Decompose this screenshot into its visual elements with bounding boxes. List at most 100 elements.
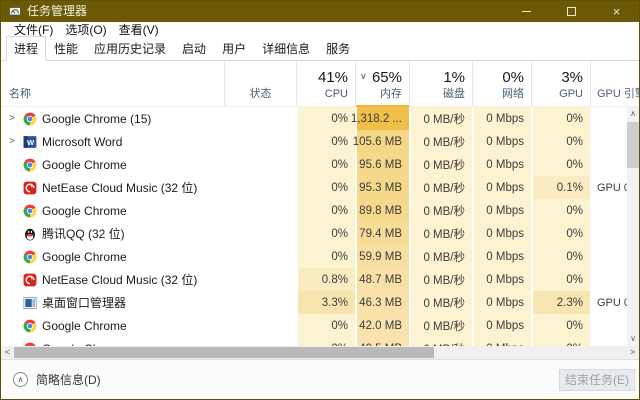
tab-进程[interactable]: 进程: [6, 36, 46, 61]
column-header-cpu[interactable]: 41%CPU: [297, 61, 356, 106]
net-cell: 0 Mbps: [473, 222, 532, 245]
gpu-cell: 0%: [532, 222, 591, 245]
name-cell[interactable]: NetEase Cloud Music (32 位): [1, 176, 225, 199]
chrome-icon: [23, 319, 37, 333]
expand-chevron-icon[interactable]: >: [1, 113, 23, 124]
net-cell: 0 Mbps: [473, 245, 532, 268]
column-header-disk[interactable]: 1%磁盘: [410, 61, 473, 106]
chrome-icon: [23, 250, 37, 264]
tab-bar: 进程性能应用历史记录启动用户详细信息服务: [1, 39, 639, 61]
cpu-cell: 0%: [297, 245, 356, 268]
disk-cell: 0 MB/秒: [410, 314, 473, 337]
name-cell[interactable]: > Google Chrome (15): [1, 107, 225, 130]
gpu-cell: 0%: [532, 314, 591, 337]
tab-应用历史记录[interactable]: 应用历史记录: [86, 36, 174, 61]
table-row[interactable]: NetEase Cloud Music (32 位)0%95.3 MB0 MB/…: [1, 176, 639, 199]
gpu-engine-cell: [591, 130, 627, 153]
process-name: NetEase Cloud Music (32 位): [42, 271, 197, 288]
process-name: Google Chrome (15): [42, 112, 151, 126]
end-task-button[interactable]: 结束任务(E): [559, 369, 635, 391]
gpu-cell: 2.3%: [532, 291, 591, 314]
scroll-up-icon[interactable]: ∧: [627, 107, 639, 121]
process-name: 桌面窗口管理器: [42, 294, 126, 311]
vertical-scrollbar[interactable]: ∧ ∨: [627, 107, 639, 346]
table-row[interactable]: NetEase Cloud Music (32 位)0.8%48.7 MB0 M…: [1, 268, 639, 291]
table-row[interactable]: Google Chrome0%40.5 MB0 MB/秒0 Mbps0%: [1, 337, 639, 346]
maximize-button[interactable]: [549, 1, 594, 22]
status-cell: [225, 199, 297, 222]
tab-用户[interactable]: 用户: [214, 36, 254, 61]
net-cell: 0 Mbps: [473, 176, 532, 199]
process-name: Google Chrome: [42, 158, 127, 172]
minimize-icon: [522, 11, 531, 12]
name-cell[interactable]: 腾讯QQ (32 位): [1, 222, 225, 245]
column-header-eng[interactable]: GPU 引擎: [591, 61, 627, 106]
mem-cell: 79.4 MB: [356, 222, 410, 245]
fewer-details-label[interactable]: 简略信息(D): [36, 371, 101, 388]
disk-cell: 0 MB/秒: [410, 130, 473, 153]
mem-cell: 48.7 MB: [356, 268, 410, 291]
tab-性能[interactable]: 性能: [46, 36, 86, 61]
sort-chevron-down-icon: ∨: [360, 71, 367, 82]
chevron-up-icon: ∧: [18, 375, 24, 384]
disk-cell: 0 MB/秒: [410, 153, 473, 176]
column-label: 网络: [473, 87, 531, 106]
horizontal-scrollbar[interactable]: < >: [1, 346, 639, 359]
table-row[interactable]: >Google Chrome (15)0%1,318.2 ...0 MB/秒0 …: [1, 107, 639, 130]
expand-chevron-icon[interactable]: >: [1, 136, 23, 147]
disk-cell: 0 MB/秒: [410, 199, 473, 222]
cpu-cell: 0%: [297, 314, 356, 337]
name-cell[interactable]: 桌面窗口管理器: [1, 291, 225, 314]
disk-cell: 0 MB/秒: [410, 107, 473, 130]
table-row[interactable]: 桌面窗口管理器3.3%46.3 MB0 MB/秒0 Mbps2.3%GPU 0: [1, 291, 639, 314]
column-label: 名称: [1, 87, 224, 106]
name-cell[interactable]: Google Chrome: [1, 153, 225, 176]
disk-cell: 0 MB/秒: [410, 291, 473, 314]
gpu-engine-cell: [591, 245, 627, 268]
gpu-cell: 0%: [532, 107, 591, 130]
maximize-icon: [567, 7, 576, 16]
column-header-gpu[interactable]: 3%GPU: [532, 61, 591, 106]
vertical-scrollbar-thumb[interactable]: [627, 122, 639, 168]
footer-bar: ∧ 简略信息(D) 结束任务(E): [1, 359, 639, 399]
net-cell: 0 Mbps: [473, 268, 532, 291]
close-icon: ×: [613, 5, 621, 18]
tab-服务[interactable]: 服务: [318, 36, 358, 61]
scroll-right-icon[interactable]: >: [626, 346, 639, 359]
gpu-cell: 0%: [532, 245, 591, 268]
scroll-left-icon[interactable]: <: [1, 346, 14, 359]
table-row[interactable]: >WMicrosoft Word0%105.6 MB0 MB/秒0 Mbps0%: [1, 130, 639, 153]
tab-详细信息[interactable]: 详细信息: [254, 36, 318, 61]
name-cell[interactable]: Google Chrome: [1, 337, 225, 346]
net-cell: 0 Mbps: [473, 130, 532, 153]
minimize-button[interactable]: [504, 1, 549, 22]
table-row[interactable]: Google Chrome0%59.9 MB0 MB/秒0 Mbps0%: [1, 245, 639, 268]
column-header-mem[interactable]: ∨65%内存: [356, 61, 410, 106]
gpu-engine-cell: [591, 199, 627, 222]
name-cell[interactable]: Google Chrome: [1, 245, 225, 268]
table-row[interactable]: Google Chrome0%89.8 MB0 MB/秒0 Mbps0%: [1, 199, 639, 222]
table-row[interactable]: 腾讯QQ (32 位)0%79.4 MB0 MB/秒0 Mbps0%: [1, 222, 639, 245]
column-header-net[interactable]: 0%网络: [473, 61, 532, 106]
column-header-status[interactable]: 状态: [225, 61, 297, 106]
disk-cell: 0 MB/秒: [410, 337, 473, 346]
status-cell: [225, 268, 297, 291]
name-cell[interactable]: Google Chrome: [1, 314, 225, 337]
tab-启动[interactable]: 启动: [174, 36, 214, 61]
scroll-down-icon[interactable]: ∨: [627, 332, 639, 346]
table-row[interactable]: Google Chrome0%95.6 MB0 MB/秒0 Mbps0%: [1, 153, 639, 176]
title-bar[interactable]: 任务管理器 ×: [1, 1, 639, 22]
name-cell[interactable]: Google Chrome: [1, 199, 225, 222]
gpu-cell: 0%: [532, 337, 591, 346]
mem-cell: 95.6 MB: [356, 153, 410, 176]
table-rows-container: >Google Chrome (15)0%1,318.2 ...0 MB/秒0 …: [1, 107, 639, 346]
column-header-name[interactable]: 名称: [1, 61, 225, 106]
fewer-details-toggle[interactable]: ∧: [13, 372, 28, 387]
name-cell[interactable]: NetEase Cloud Music (32 位): [1, 268, 225, 291]
cpu-cell: 3.3%: [297, 291, 356, 314]
table-row[interactable]: Google Chrome0%42.0 MB0 MB/秒0 Mbps0%: [1, 314, 639, 337]
mem-cell: 95.3 MB: [356, 176, 410, 199]
horizontal-scrollbar-thumb[interactable]: [14, 347, 434, 358]
close-button[interactable]: ×: [594, 1, 639, 22]
name-cell[interactable]: >WMicrosoft Word: [1, 130, 225, 153]
